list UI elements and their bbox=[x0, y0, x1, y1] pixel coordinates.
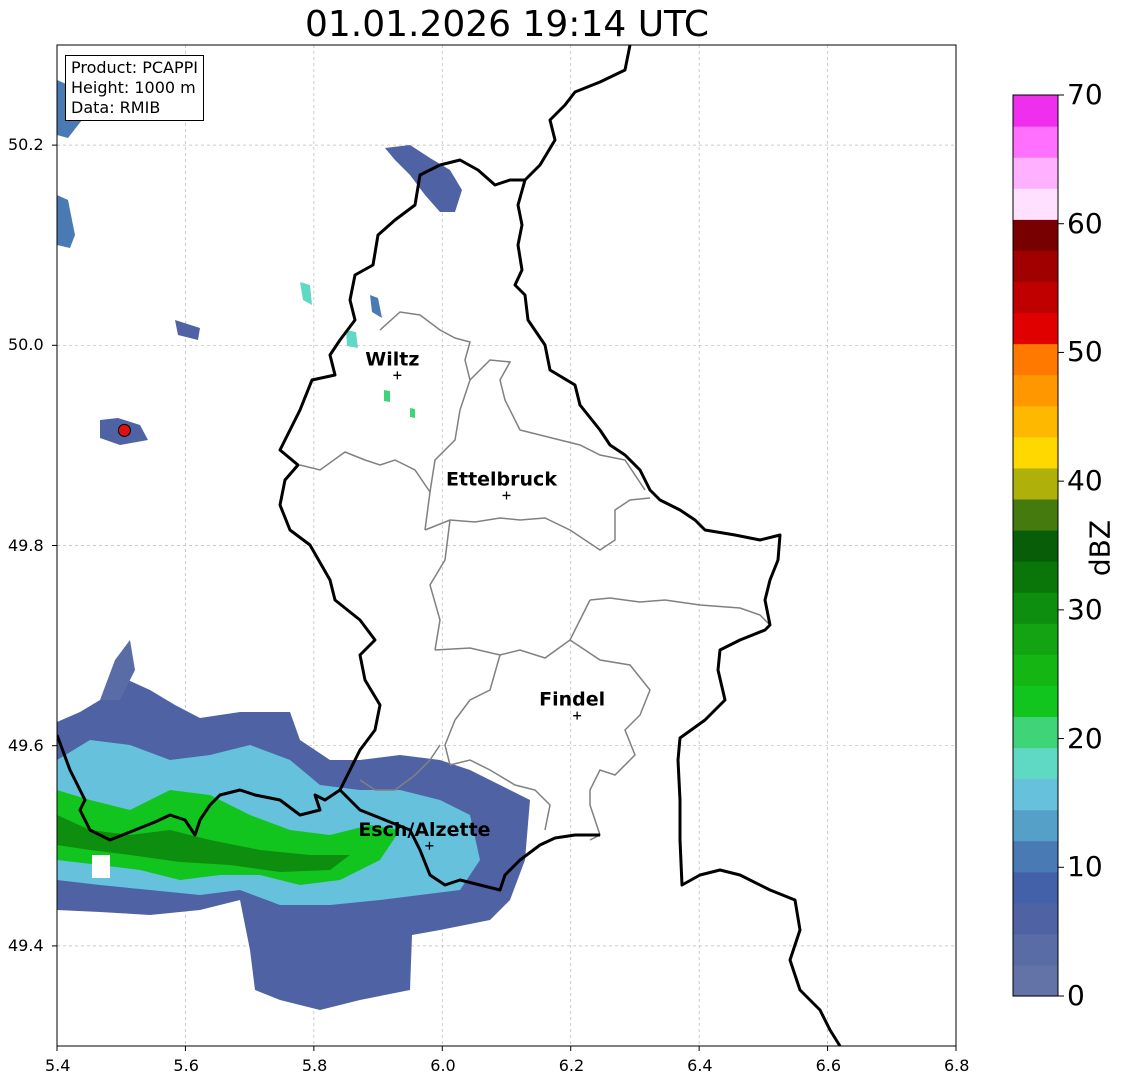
city-marker-icon bbox=[502, 491, 511, 500]
colorbar-segment bbox=[1013, 529, 1058, 562]
x-tick-label: 5.6 bbox=[173, 1056, 199, 1075]
precip-small-1 bbox=[300, 282, 312, 305]
axis-ticks bbox=[52, 144, 957, 1051]
x-tick-label: 5.4 bbox=[45, 1056, 71, 1075]
colorbar-segment bbox=[1013, 126, 1058, 158]
precip-small-2 bbox=[346, 330, 358, 348]
colorbar-segment bbox=[1013, 281, 1058, 314]
y-tick-label: 49.8 bbox=[8, 535, 44, 555]
colorbar-unit: dBZ bbox=[1083, 519, 1117, 577]
colorbar-segment bbox=[1013, 933, 1058, 966]
reflectivity-layer bbox=[57, 80, 530, 1010]
colorbar-segment bbox=[1013, 498, 1058, 531]
precip-north-cell bbox=[385, 145, 462, 212]
radar-map: Wiltz Ettelbruck Findel Esch/Alzette bbox=[52, 44, 1064, 1051]
y-tick-label: 50.0 bbox=[8, 335, 44, 355]
colorbar-segment bbox=[1013, 467, 1058, 500]
colorbar-segment bbox=[1013, 654, 1058, 686]
info-product: Product: PCAPPI bbox=[71, 58, 199, 77]
precip-small-3 bbox=[384, 390, 390, 402]
colorbar-tick-label: 70 bbox=[1067, 78, 1103, 111]
colorbar-tick-label: 60 bbox=[1067, 206, 1103, 240]
x-tick-label: 6.6 bbox=[815, 1056, 842, 1075]
y-tick-label: 49.4 bbox=[8, 935, 44, 955]
info-height: Height: 1000 m bbox=[71, 78, 196, 97]
colorbar-segment bbox=[1013, 312, 1058, 345]
colorbar-tick-label: 10 bbox=[1067, 850, 1103, 884]
colorbar-tick-label: 50 bbox=[1067, 335, 1103, 369]
city-label: Wiltz bbox=[365, 348, 419, 370]
colorbar-segment bbox=[1013, 95, 1058, 127]
precip-nw-cell bbox=[57, 195, 75, 248]
city-label: Findel bbox=[539, 689, 605, 711]
city-marker-icon bbox=[573, 711, 582, 720]
colorbar-segment bbox=[1013, 809, 1058, 842]
colorbar bbox=[1013, 94, 1064, 997]
colorbar-segment bbox=[1013, 188, 1058, 220]
colorbar-segment bbox=[1013, 374, 1058, 407]
colorbar-segment bbox=[1013, 592, 1058, 624]
precip-small-5 bbox=[370, 295, 382, 318]
colorbar-segment bbox=[1013, 157, 1058, 189]
colorbar-segment bbox=[1013, 219, 1058, 251]
colorbar-segment bbox=[1013, 747, 1058, 780]
colorbar-segment bbox=[1013, 343, 1058, 376]
x-tick-label: 6.8 bbox=[944, 1056, 970, 1075]
y-tick-label: 50.2 bbox=[8, 135, 44, 155]
colorbar-segment bbox=[1013, 623, 1058, 655]
colorbar-segment bbox=[1013, 716, 1058, 749]
colorbar-tick-label: 30 bbox=[1067, 592, 1103, 626]
colorbar-tick-label: 40 bbox=[1067, 464, 1103, 498]
y-tick-label: 49.6 bbox=[8, 735, 44, 755]
colorbar-segment bbox=[1013, 405, 1058, 438]
city-label: Esch/Alzette bbox=[358, 819, 490, 841]
colorbar-tick-label: 20 bbox=[1067, 721, 1103, 755]
city-marker-icon bbox=[393, 371, 402, 380]
colorbar-segment bbox=[1013, 561, 1058, 593]
x-tick-label: 6.4 bbox=[687, 1056, 713, 1075]
precip-speckle bbox=[175, 320, 200, 340]
colorbar-segment bbox=[1013, 436, 1058, 469]
colorbar-segment bbox=[1013, 250, 1058, 283]
colorbar-segment bbox=[1013, 964, 1058, 997]
info-data: Data: RMIB bbox=[71, 98, 161, 117]
x-tick-label: 6.2 bbox=[558, 1056, 585, 1075]
x-tick-label: 6.0 bbox=[430, 1056, 456, 1075]
colorbar-tick-label: 0 bbox=[1067, 979, 1085, 1012]
colorbar-segment bbox=[1013, 685, 1058, 717]
colorbar-segment bbox=[1013, 778, 1058, 811]
colorbar-segment bbox=[1013, 902, 1058, 935]
colorbar-segment bbox=[1013, 840, 1058, 873]
precip-hole bbox=[92, 855, 110, 878]
radar-site-marker bbox=[117, 423, 131, 437]
city-label: Ettelbruck bbox=[446, 468, 557, 490]
colorbar-segment bbox=[1013, 871, 1058, 904]
x-tick-label: 5.8 bbox=[301, 1056, 328, 1075]
product-info-box: Product: PCAPPI Height: 1000 m Data: RMI… bbox=[65, 55, 205, 121]
precip-small-4 bbox=[410, 408, 415, 418]
